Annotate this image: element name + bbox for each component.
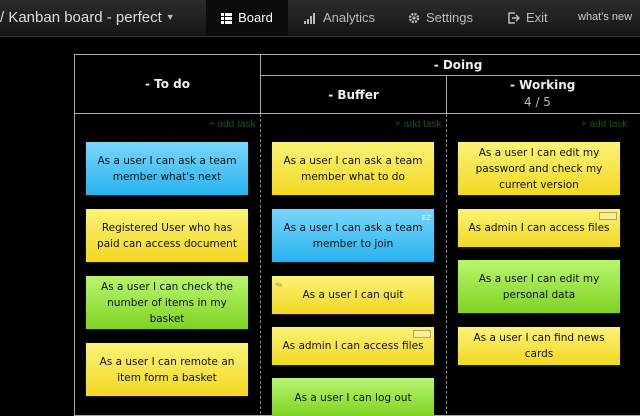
column-divider [260, 114, 261, 414]
task-card[interactable]: As a user I can find news cards [458, 327, 620, 365]
task-card[interactable]: Registered User who has paid can access … [86, 209, 248, 262]
signal-bars-icon [304, 2, 317, 38]
task-card[interactable]: As a user I can log out [272, 378, 434, 416]
task-card[interactable]: As a user I can edit my personal data [458, 260, 620, 313]
task-card[interactable]: As a user I can ask a team member what's… [86, 142, 248, 195]
column-group-header-doing: - Doing [261, 55, 640, 76]
board-title-dropdown[interactable]: / Kanban board - perfect ▼ [0, 9, 175, 26]
task-card-text: As a user I can check the number of item… [101, 280, 233, 325]
column-header-working: - Working 4 / 5 [447, 76, 640, 113]
task-card-text: As admin I can access files [282, 340, 424, 352]
task-card-text: As a user I can ask a team member what's… [97, 154, 237, 183]
task-card[interactable]: As admin I can access files [272, 327, 434, 365]
top-navbar: / Kanban board - perfect ▼ Board Analytic… [0, 0, 640, 37]
column-header-todo: - To do [75, 55, 261, 113]
working-title: - Working [510, 78, 576, 92]
task-card-text: As a user I can edit my personal data [478, 272, 600, 301]
task-card-text: As a user I can remote an item form a ba… [99, 355, 235, 384]
task-card[interactable]: EZ As a user I can ask a team member to … [272, 209, 434, 262]
kanban-board: - To do - Doing - Buffer - Working 4 / 5… [74, 54, 640, 416]
exit-icon [508, 2, 521, 38]
nav-exit-label: Exit [526, 10, 548, 25]
caret-down-icon: ▼ [165, 12, 175, 22]
nav-exit[interactable]: Exit [508, 0, 548, 36]
task-card-text: As a user I can quit [302, 289, 404, 301]
whats-new-link[interactable]: what's new [578, 0, 632, 34]
header-divider [75, 113, 640, 114]
task-card-text: As a user I can find news cards [473, 332, 605, 360]
task-card-text: As a user I can ask a team member to joi… [283, 221, 423, 250]
task-card-text: As a user I can edit my password and che… [475, 146, 603, 191]
card-tag: EZ [421, 214, 431, 222]
nav-settings[interactable]: Settings [408, 0, 473, 36]
board-title: / Kanban board - perfect [0, 9, 162, 26]
nav-settings-label: Settings [426, 10, 473, 25]
wip-limit: 4 / 5 [524, 95, 551, 109]
column-divider [446, 114, 447, 414]
nav-board[interactable]: Board [206, 0, 288, 36]
task-card[interactable]: ✎ As a user I can quit [272, 276, 434, 314]
nav-board-label: Board [238, 10, 273, 25]
card-label-marker [599, 212, 617, 220]
task-card[interactable]: As admin I can access files [458, 209, 620, 247]
task-card-text: As a user I can ask a team member what t… [283, 154, 423, 183]
card-label-marker [413, 330, 431, 338]
task-card[interactable]: As a user I can check the number of item… [86, 276, 248, 329]
gear-icon [408, 2, 420, 38]
paperclip-icon: ✎ [274, 279, 286, 293]
nav-analytics-label: Analytics [323, 10, 376, 25]
task-card[interactable]: As a user I can ask a team member what t… [272, 142, 434, 195]
task-card-text: As a user I can log out [294, 392, 412, 404]
nav-analytics[interactable]: Analytics [304, 0, 375, 36]
column-header-buffer: - Buffer [261, 76, 447, 113]
add-task-buffer[interactable]: + add task [395, 119, 441, 130]
add-task-working[interactable]: + add task [581, 119, 627, 130]
task-card-text: Registered User who has paid can access … [97, 221, 237, 250]
task-card[interactable]: As a user I can remote an item form a ba… [86, 343, 248, 396]
add-task-todo[interactable]: + add task [209, 119, 255, 130]
task-card-text: As admin I can access files [468, 222, 610, 234]
grid-icon [221, 2, 233, 38]
task-card[interactable]: As a user I can edit my password and che… [458, 142, 620, 195]
